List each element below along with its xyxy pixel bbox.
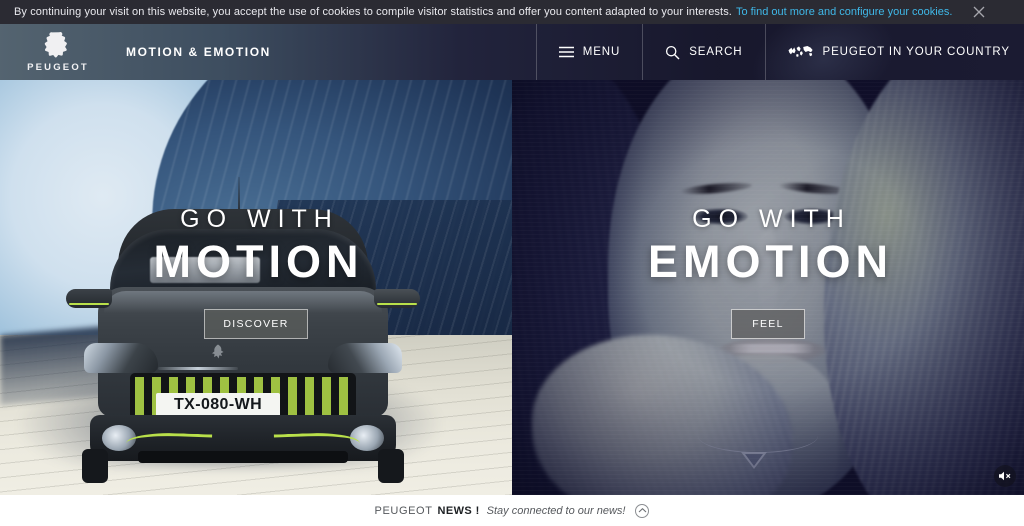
nav-item-search[interactable]: SEARCH <box>642 24 764 80</box>
primary-navigation: MENU SEARCH PEUGEOT IN YOUR COUNTRY <box>535 24 1024 80</box>
hero-section: TX-080-WH GO WITH MOTION DISCOVER GO WIT… <box>0 80 1024 495</box>
page-root: By continuing your visit on this website… <box>0 0 1024 526</box>
world-map-icon <box>788 45 814 59</box>
car-headlight-left <box>84 343 158 373</box>
news-tagline: Stay connected to our news! <box>486 504 626 517</box>
brand-tagline: MOTION & EMOTION <box>126 45 271 59</box>
peugeot-logo[interactable]: PEUGEOT <box>27 31 89 73</box>
brand-logo-block[interactable]: PEUGEOT MOTION & EMOTION <box>0 31 271 73</box>
peugeot-lion-icon <box>42 31 74 61</box>
car-mirror-left <box>66 289 112 308</box>
news-bar[interactable]: PEUGEOT NEWS ! Stay connected to our new… <box>0 495 1024 526</box>
news-label: NEWS ! <box>437 504 480 517</box>
cookie-consent-banner: By continuing your visit on this website… <box>0 0 1024 24</box>
speaker-mute-icon[interactable] <box>994 465 1016 487</box>
car-wheel-left <box>82 449 108 483</box>
close-icon[interactable] <box>970 3 988 21</box>
nav-label-search: SEARCH <box>689 46 743 58</box>
nav-item-country-selector[interactable]: PEUGEOT IN YOUR COUNTRY <box>764 24 1024 80</box>
feel-button[interactable]: FEEL <box>731 308 805 339</box>
hamburger-icon <box>558 46 574 58</box>
film-grain-overlay <box>512 80 1024 495</box>
hero-panel-emotion[interactable]: GO WITH EMOTION FEEL <box>512 80 1024 495</box>
car-lion-badge-icon <box>208 343 228 368</box>
news-brand-label: PEUGEOT <box>374 504 433 517</box>
car-lower-vent <box>138 451 348 463</box>
chevron-up-circle-icon[interactable] <box>635 503 650 518</box>
woman-portrait-image <box>512 80 1024 495</box>
car-antenna <box>238 177 240 213</box>
car-wheel-right <box>378 449 404 483</box>
cookie-policy-link[interactable]: To find out more and configure your cook… <box>736 6 952 18</box>
nav-item-menu[interactable]: MENU <box>535 24 642 80</box>
car-headlight-right <box>328 343 402 373</box>
cookie-banner-text: By continuing your visit on this website… <box>14 6 732 18</box>
car-mirror-right <box>374 289 420 308</box>
license-plate: TX-080-WH <box>156 393 280 417</box>
site-header: PEUGEOT MOTION & EMOTION MENU SEARCH PEU… <box>0 24 1024 80</box>
hero-panel-motion[interactable]: TX-080-WH GO WITH MOTION DISCOVER <box>0 80 512 495</box>
discover-button[interactable]: DISCOVER <box>204 308 308 339</box>
nav-label-menu: MENU <box>582 46 621 58</box>
search-icon <box>665 45 680 60</box>
nav-label-country: PEUGEOT IN YOUR COUNTRY <box>822 46 1010 58</box>
brand-wordmark: PEUGEOT <box>27 62 89 73</box>
